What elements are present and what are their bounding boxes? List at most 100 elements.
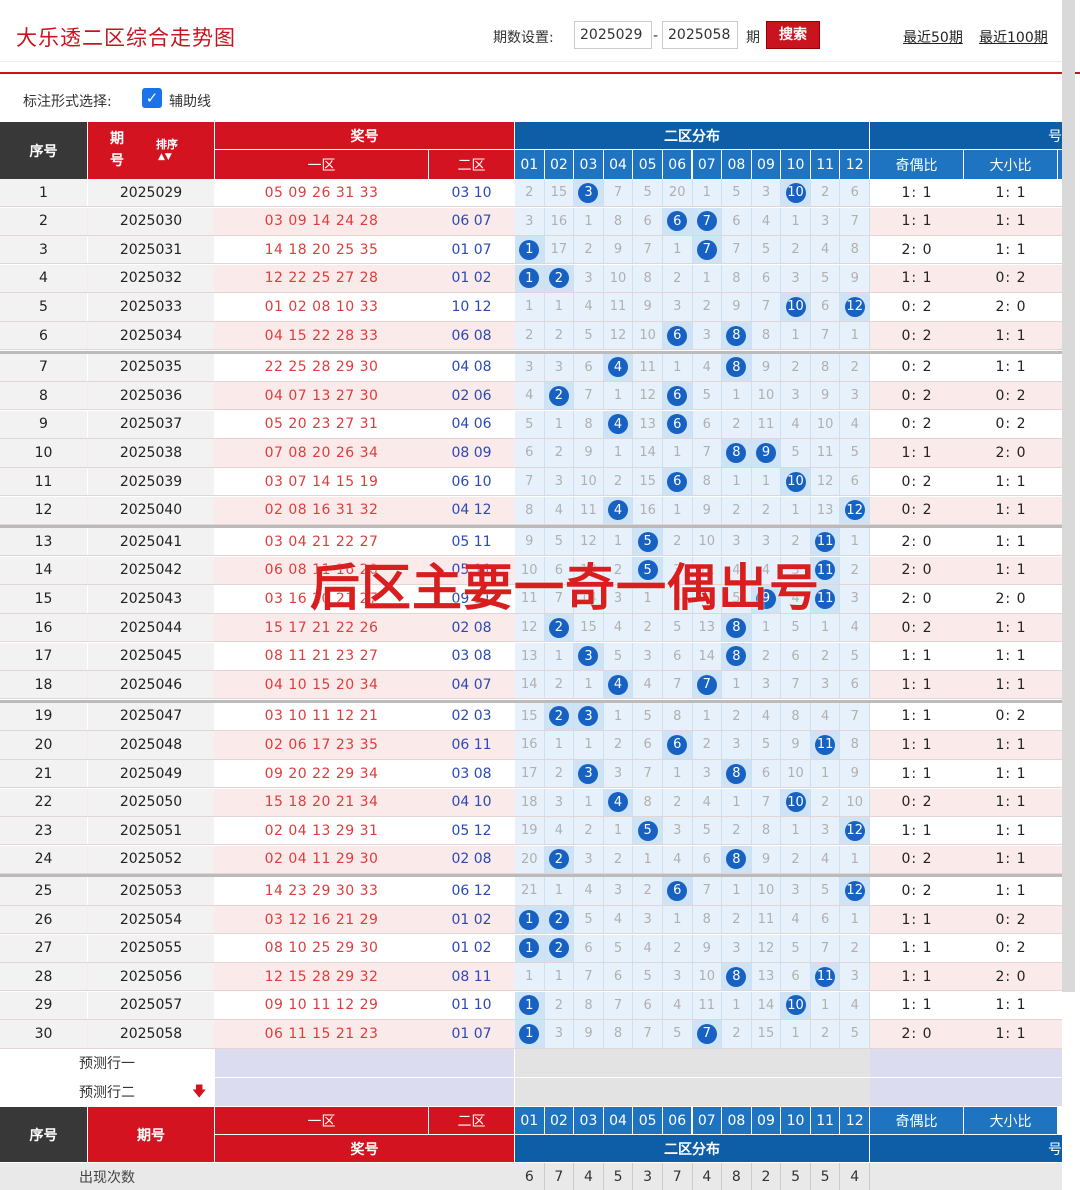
dist-cell: 3 — [574, 179, 604, 207]
dist-cell: 4 — [811, 236, 841, 264]
dist-cell: 7 — [633, 760, 663, 788]
zone1-numbers: 06 11 15 21 23 — [264, 1025, 379, 1042]
dist-cell: 12 — [840, 496, 870, 524]
hit-ball: 3 — [578, 706, 599, 727]
row-issue: 2025033 — [88, 293, 214, 321]
dist-cells: 1 17 2 9 7 1 7 7 5 2 4 8 — [515, 236, 870, 264]
dist-cell: 1 — [604, 528, 634, 556]
table-row: 14 2025042 06 08 11 16 20 05 11 10 6 13 2 5 3 11 4 4… — [0, 556, 1062, 585]
vertical-scrollbar[interactable] — [1062, 0, 1075, 992]
dist-cell: 7 — [840, 702, 870, 730]
predict-row-2-dist[interactable] — [515, 1078, 870, 1106]
row-index: 27 — [0, 934, 87, 962]
row-index: 25 — [0, 877, 87, 905]
predict-row-1-ratio — [870, 1049, 1062, 1077]
row-index: 14 — [0, 556, 87, 584]
dist-cell: 2 — [781, 845, 811, 873]
dist-cell: 3 — [752, 179, 782, 207]
dist-cell: 20 — [663, 179, 693, 207]
recent-100-link[interactable]: 最近100期 — [979, 27, 1048, 47]
hit-ball: 9 — [755, 588, 776, 609]
dist-cells: 1 1 4 11 9 3 2 9 7 10 6 12 — [515, 293, 870, 321]
dist-cell: 1 — [574, 788, 604, 816]
dist-cell: 3 — [574, 760, 604, 788]
predict-row-1[interactable]: 预测行一 — [0, 1049, 1062, 1077]
end-period-input[interactable] — [662, 21, 738, 49]
dist-cell: 5 — [633, 528, 663, 556]
dist-cell: 11 — [810, 585, 841, 613]
hit-ball: 12 — [844, 820, 865, 841]
dist-cell: 2 — [811, 179, 841, 207]
dist-cell: 1 — [781, 322, 811, 350]
dist-cell: 2 — [811, 788, 841, 816]
big-small-ratio: 0: 2 — [995, 940, 1027, 957]
dist-cell: 12 — [604, 322, 634, 350]
footer-big-small-header: 大小比 — [964, 1107, 1057, 1134]
predict-row-2[interactable]: 预测行二 🡇 — [0, 1078, 1062, 1106]
guideline-checkbox[interactable]: ✓ — [142, 88, 162, 108]
sort-label[interactable]: 排序 — [156, 136, 178, 152]
odd-even-ratio: 2: 0 — [901, 533, 933, 550]
dist-cell: 3 — [840, 382, 870, 410]
sort-icon[interactable]: ▲▼ — [158, 152, 172, 162]
count-value: 4 — [693, 1163, 723, 1190]
dist-cell: 2 — [722, 702, 752, 730]
guideline-checkbox-label: 辅助线 — [169, 94, 211, 110]
footer-ratio-band: 号 — [870, 1135, 1062, 1162]
dist-cell: 12 — [515, 614, 545, 642]
predict-row-1-dist[interactable] — [515, 1049, 870, 1077]
dist-cells: 18 3 1 4 8 2 4 1 7 10 2 10 — [515, 788, 870, 816]
dist-cell: 1 — [574, 671, 604, 699]
count-value: 6 — [515, 1163, 545, 1190]
dist-cell: 6 — [545, 556, 575, 584]
dist-cell: 3 — [752, 671, 782, 699]
zone2-numbers: 01 07 — [451, 1025, 492, 1042]
table-row: 29 2025057 09 10 11 12 29 01 10 1 2 8 7 6 4 11 1 14 1… — [0, 991, 1062, 1020]
row-index: 3 — [0, 236, 87, 264]
search-button[interactable]: 搜索 — [766, 21, 820, 49]
dist-cell: 21 — [515, 877, 545, 905]
dist-cell: 4 — [693, 788, 723, 816]
dist-cell: 9 — [515, 528, 545, 556]
count-value: 4 — [574, 1163, 604, 1190]
start-period-input[interactable] — [574, 21, 652, 49]
dist-cell: 1 — [722, 877, 752, 905]
count-value: 5 — [604, 1163, 634, 1190]
dist-cell: 7 — [633, 236, 663, 264]
arrow-down-icon[interactable]: 🡇 — [192, 1081, 206, 1105]
dist-cell: 3 — [722, 731, 752, 759]
big-small-ratio: 2: 0 — [995, 968, 1027, 985]
odd-even-ratio: 2: 0 — [901, 590, 933, 607]
zone1-numbers: 03 10 11 12 21 — [264, 708, 379, 725]
dist-col-12: 12 — [840, 1107, 869, 1134]
predict-row-1-prize[interactable] — [215, 1049, 514, 1077]
recent-50-link[interactable]: 最近50期 — [903, 27, 963, 47]
dist-cell: 10 — [840, 788, 870, 816]
table-row: 5 2025033 01 02 08 10 33 10 12 1 1 4 11 9 3 2 9 7 10 6… — [0, 293, 1062, 322]
dist-cell: 5 — [574, 322, 604, 350]
dist-col-10: 10 — [781, 1107, 810, 1134]
hit-ball: 1 — [519, 909, 540, 930]
dist-cell: 11 — [515, 585, 545, 613]
zone1-numbers: 08 10 25 29 30 — [264, 940, 379, 957]
hit-ball: 2 — [548, 706, 569, 727]
odd-even-ratio: 1: 1 — [901, 736, 933, 753]
dist-cell: 8 — [633, 788, 663, 816]
dist-cell: 5 — [781, 439, 811, 467]
predict-row-2-prize[interactable] — [215, 1078, 514, 1106]
dist-cell: 1 — [781, 817, 811, 845]
zone1-numbers: 22 25 28 29 30 — [264, 359, 379, 376]
big-small-ratio: 2: 0 — [995, 590, 1027, 607]
dist-cell: 4 — [840, 614, 870, 642]
dist-col-08: 08 — [722, 150, 751, 179]
dist-cell: 4 — [840, 410, 870, 438]
table-row: 25 2025053 14 23 29 30 33 06 12 21 1 4 3 2 6 7 1 10 3… — [0, 877, 1062, 906]
zone1-numbers: 03 04 21 22 27 — [264, 533, 379, 550]
dist-cell: 7 — [722, 236, 752, 264]
hit-ball: 7 — [696, 239, 717, 260]
hit-ball: 6 — [667, 385, 688, 406]
dist-cell: 8 — [840, 236, 870, 264]
issue-header[interactable]: 期号 排序 ▲▼ — [88, 122, 214, 179]
issue-header-label: 期号 — [110, 131, 124, 169]
row-issue: 2025035 — [88, 353, 214, 381]
